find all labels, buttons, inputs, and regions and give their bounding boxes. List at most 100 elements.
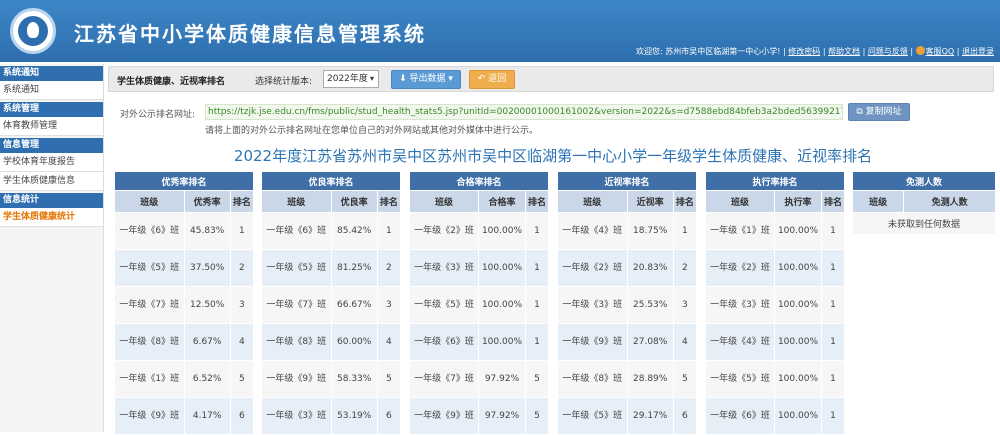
column-header: 班级 (851, 190, 905, 213)
page-title: 学生体质健康、近视率排名 (117, 77, 226, 87)
sidebar: 系统通知 系统通知 系统管理 体育教师管理 信息管理 学校体育年度报告 学生体质… (0, 64, 104, 432)
empty-message: 未获取到任何数据 (852, 212, 996, 235)
column-header: 优秀率 (183, 190, 231, 213)
table-row: 一年级《9》班 27.08% 4 (557, 323, 698, 361)
column-header: 排名 (229, 190, 255, 213)
sidebar-item-health-stats[interactable]: 学生体质健康统计 (0, 208, 103, 227)
good-rate-table: 优良率排名 班级 优良率 排名 一年级《6》班 85.42% 1 一年级《5》班 81.2… (261, 171, 402, 435)
table-row: 一年级《5》班 81.25% 2 (261, 249, 402, 287)
column-header: 班级 (261, 190, 332, 213)
excellent-rate-table: 优秀率排名 班级 优秀率 排名 一年级《6》班 45.83% 1 一年级《5》班 37.5… (114, 171, 255, 435)
table-row: 一年级《9》班 4.17% 6 (114, 397, 255, 435)
class-name-cell: 一年级《9》班 (261, 360, 332, 398)
rank-cell: 1 (821, 360, 845, 398)
rate-value-cell: 100.00% (773, 397, 823, 435)
rank-cell: 1 (376, 212, 402, 250)
rate-value-cell: 29.17% (626, 397, 674, 435)
column-header: 排名 (525, 190, 549, 213)
table-row: 一年级《4》班 100.00% 1 (705, 323, 845, 361)
column-header: 班级 (705, 190, 775, 213)
rate-value-cell: 60.00% (330, 323, 378, 361)
table-caption: 优良率排名 (261, 171, 401, 191)
rank-cell: 2 (376, 249, 402, 287)
table-row: 一年级《2》班 100.00% 1 (705, 249, 845, 287)
rank-cell: 5 (229, 360, 255, 398)
sidebar-section-info[interactable]: 信息管理 (0, 138, 103, 153)
rate-value-cell: 12.50% (183, 286, 231, 324)
rank-cell: 1 (525, 212, 549, 250)
table-row: 一年级《5》班 100.00% 1 (409, 286, 549, 324)
rate-value-cell: 97.92% (477, 360, 527, 398)
rank-cell: 1 (821, 286, 845, 324)
table-row: 一年级《7》班 66.67% 3 (261, 286, 402, 324)
exempt-count-table: 免测人数 班级 免测人数 未获取到任何数据 (851, 171, 996, 235)
user-bar: 欢迎您: 苏州市吴中区临湖第一中心小学! | 修改密码 | 帮助文档 | 问题与… (636, 46, 994, 56)
rank-cell: 1 (821, 249, 845, 287)
rate-value-cell: 81.25% (330, 249, 378, 287)
rate-value-cell: 6.67% (183, 323, 231, 361)
table-row: 一年级《5》班 100.00% 1 (705, 360, 845, 398)
table-row: 一年级《7》班 97.92% 5 (409, 360, 549, 398)
public-url-field[interactable]: https://tzjk.jse.edu.cn/fms/public/stud_… (205, 104, 843, 120)
back-button[interactable]: ↶ 返回 (469, 70, 515, 89)
table-row: 一年级《6》班 100.00% 1 (705, 397, 845, 435)
sidebar-item-annual-report[interactable]: 学校体育年度报告 (0, 153, 103, 172)
copy-url-label: 复制网址 (865, 107, 902, 117)
table-row: 一年级《9》班 58.33% 5 (261, 360, 402, 398)
table-row: 一年级《5》班 37.50% 2 (114, 249, 255, 287)
class-name-cell: 一年级《3》班 (261, 397, 332, 435)
table-row: 一年级《2》班 20.83% 2 (557, 249, 698, 287)
chevron-down-icon: ▾ (369, 74, 374, 83)
copy-url-button[interactable]: ⧉ 复制网址 (848, 103, 910, 121)
rate-value-cell: 28.89% (626, 360, 674, 398)
sidebar-section-system[interactable]: 系统管理 (0, 102, 103, 117)
class-name-cell: 一年级《1》班 (114, 360, 185, 398)
table-row: 一年级《3》班 25.53% 3 (557, 286, 698, 324)
class-name-cell: 一年级《5》班 (114, 249, 185, 287)
table-row: 一年级《8》班 6.67% 4 (114, 323, 255, 361)
sidebar-item-pe-teachers[interactable]: 体育教师管理 (0, 117, 103, 136)
rank-cell: 1 (229, 212, 255, 250)
version-label: 选择统计版本: (255, 77, 313, 87)
rank-cell: 1 (821, 397, 845, 435)
class-name-cell: 一年级《5》班 (557, 397, 628, 435)
public-url-hint: 请将上面的对外公示排名网址在您单位自己的对外网站或其他对外媒体中进行公示。 (205, 126, 539, 136)
rate-value-cell: 97.92% (477, 397, 527, 435)
table-row: 一年级《1》班 100.00% 1 (705, 212, 845, 250)
table-row: 一年级《6》班 100.00% 1 (409, 323, 549, 361)
class-name-cell: 一年级《6》班 (705, 397, 775, 435)
app-header: 江苏省中小学体质健康信息管理系统 欢迎您: 苏州市吴中区临湖第一中心小学! | … (0, 0, 1000, 62)
rate-value-cell: 100.00% (477, 212, 527, 250)
table-caption: 近视率排名 (557, 171, 697, 191)
rate-value-cell: 100.00% (773, 249, 823, 287)
table-row: 一年级《3》班 100.00% 1 (705, 286, 845, 324)
rank-cell: 6 (376, 397, 402, 435)
class-name-cell: 一年级《5》班 (705, 360, 775, 398)
class-name-cell: 一年级《3》班 (705, 286, 775, 324)
version-select[interactable]: 2022年度 ▾ (323, 70, 379, 88)
rank-cell: 5 (525, 360, 549, 398)
export-button[interactable]: ⬇ 导出数据 ▾ (391, 70, 461, 89)
class-name-cell: 一年级《6》班 (409, 323, 479, 361)
help-docs-link[interactable]: 帮助文档 (828, 47, 860, 56)
rank-cell: 4 (672, 323, 698, 361)
class-name-cell: 一年级《8》班 (114, 323, 185, 361)
qq-service-link[interactable]: 客服QQ (926, 47, 955, 56)
myopia-rate-table: 近视率排名 班级 近视率 排名 一年级《4》班 18.75% 1 一年级《2》班 20.8… (557, 171, 698, 435)
column-header: 排名 (376, 190, 402, 213)
toolbar: 学生体质健康、近视率排名 选择统计版本: 2022年度 ▾ ⬇ 导出数据 ▾ ↶… (108, 66, 994, 92)
rate-value-cell: 18.75% (626, 212, 674, 250)
class-name-cell: 一年级《6》班 (261, 212, 332, 250)
sidebar-item-health-info[interactable]: 学生体质健康信息 (0, 172, 103, 191)
sidebar-section-notice[interactable]: 系统通知 (0, 66, 103, 81)
table-row: 一年级《7》班 12.50% 3 (114, 286, 255, 324)
logout-link[interactable]: 退出登录 (962, 47, 994, 56)
rank-cell: 5 (672, 360, 698, 398)
change-password-link[interactable]: 修改密码 (788, 47, 820, 56)
class-name-cell: 一年级《2》班 (409, 212, 479, 250)
feedback-link[interactable]: 问题与反馈 (868, 47, 908, 56)
sidebar-section-stats[interactable]: 信息统计 (0, 193, 103, 208)
welcome-text: 欢迎您: 苏州市吴中区临湖第一中心小学! (636, 47, 781, 56)
rank-cell: 4 (376, 323, 402, 361)
sidebar-item-notice[interactable]: 系统通知 (0, 81, 103, 100)
